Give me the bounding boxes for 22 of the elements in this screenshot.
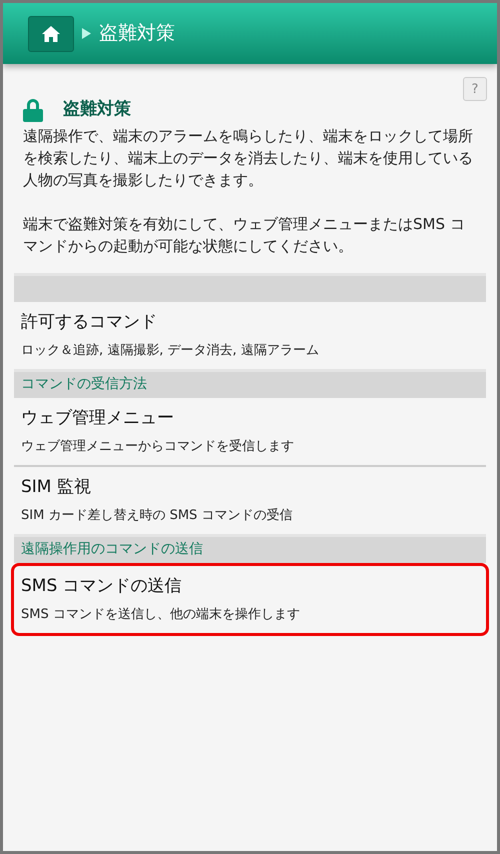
list-item[interactable]: SMS コマンドの送信 SMS コマンドを送信し、他の端末を操作します — [11, 562, 489, 636]
list-item[interactable]: ウェブ管理メニュー ウェブ管理メニューからコマンドを受信します — [14, 398, 486, 466]
item-subtitle: SIM カード差し替え時の SMS コマンドの受信 — [21, 507, 294, 525]
lock-icon — [23, 98, 43, 122]
description-text: 遠隔操作で、端末のアラームを鳴らしたり、端末をロックして場所を検索したり、端末上のデータを消去したり、端末を使用している人物の写真を撮影したりできます。 — [23, 126, 474, 190]
list-item[interactable]: SIM 監視 SIM カード差し替え時の SMS コマンドの受信 — [14, 466, 486, 534]
home-icon — [42, 26, 60, 42]
header-title: 盗難対策 — [99, 21, 175, 46]
section-title: 盗難対策 — [63, 98, 131, 121]
item-subtitle: SMS コマンドを送信し、他の端末を操作します — [21, 606, 301, 624]
item-title: SMS コマンドの送信 — [21, 574, 183, 598]
home-button[interactable] — [28, 16, 74, 52]
section-label: 遠隔操作用のコマンドの送信 — [21, 540, 203, 559]
item-subtitle: ウェブ管理メニューからコマンドを受信します — [21, 438, 295, 456]
breadcrumb-arrow-icon — [82, 28, 91, 39]
list-item[interactable]: 許可するコマンド ロック＆追跡, 遠隔撮影, データ消去, 遠隔アラーム — [14, 302, 486, 368]
item-subtitle: ロック＆追跡, 遠隔撮影, データ消去, 遠隔アラーム — [21, 342, 320, 360]
item-title: SIM 監視 — [21, 476, 92, 498]
item-title: 許可するコマンド — [21, 310, 158, 334]
item-title: ウェブ管理メニュー — [21, 406, 175, 430]
description-text: 端末で盗難対策を有効にして、ウェブ管理メニューまたはSMS コマンドからの起動が可能な状態にしてください。 — [23, 214, 466, 256]
section-label: コマンドの受信方法 — [21, 375, 147, 394]
